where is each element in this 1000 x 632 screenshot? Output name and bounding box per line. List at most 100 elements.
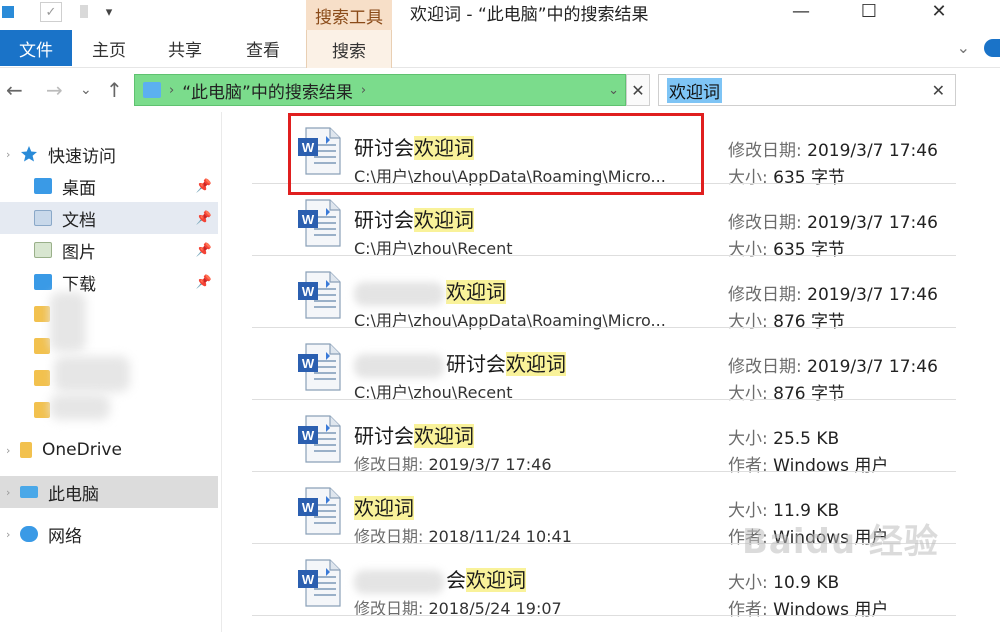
star-icon: [20, 145, 38, 163]
expand-icon[interactable]: ›: [6, 444, 20, 457]
expand-icon[interactable]: ›: [6, 486, 20, 499]
tab-home[interactable]: 主页: [84, 30, 134, 66]
result-meta-value: 2019/3/7 17:46: [807, 141, 938, 161]
result-row[interactable]: W 研讨会欢迎词 修改日期: 2019/3/7 17:46 大小: 25.5 KB 作者…: [252, 400, 956, 476]
result-meta: 大小: 10.9 KB: [728, 568, 839, 593]
result-file-name[interactable]: 研讨会欢迎词: [354, 204, 474, 233]
result-row[interactable]: W 研讨会欢迎词 C:\用户\zhou\Recent 修改日期: 2019/3/7 1…: [252, 184, 956, 260]
result-file-name[interactable]: 欢迎词: [354, 492, 414, 521]
result-file-name[interactable]: 研讨会欢迎词: [354, 348, 566, 378]
annotation-red-box: [288, 113, 704, 195]
new-folder-qa-icon[interactable]: [76, 2, 92, 22]
result-row[interactable]: W 研讨会欢迎词 C:\用户\zhou\Recent 修改日期: 2019/3/7 1…: [252, 328, 956, 404]
tab-share[interactable]: 共享: [160, 30, 210, 66]
nav-item-downloads[interactable]: 下载 📌: [0, 266, 218, 298]
search-query: 欢迎词: [667, 77, 722, 103]
tab-file[interactable]: 文件: [0, 30, 72, 66]
nav-item-pictures[interactable]: 图片 📌: [0, 234, 218, 266]
redaction-blur: [354, 281, 444, 306]
downloads-icon: [34, 274, 52, 290]
watermark: Baidu 经验: [742, 522, 939, 562]
result-meta: 大小: 25.5 KB: [728, 424, 839, 449]
result-meta-label: 作者:: [728, 600, 774, 620]
expand-icon[interactable]: ›: [6, 148, 20, 161]
tab-search[interactable]: 搜索: [306, 30, 392, 68]
result-row[interactable]: W 研讨会欢迎词 C:\用户\zhou\AppData\Roaming\Micro.…: [252, 112, 956, 195]
nav-item-desktop-label: 桌面: [62, 178, 96, 199]
nav-quick-access-label: 快速访问: [48, 146, 116, 167]
nav-item-pictures-label: 图片: [62, 242, 96, 263]
address-bar[interactable]: › “此电脑”中的搜索结果 › ⌄: [134, 74, 626, 106]
row-divider: [252, 615, 956, 616]
result-meta-value: 10.9 KB: [773, 573, 840, 593]
nav-network[interactable]: › 网络: [0, 518, 218, 550]
nav-onedrive-label: OneDrive: [42, 440, 122, 460]
result-name-match: 欢迎词: [446, 280, 506, 304]
nav-quick-access[interactable]: › 快速访问: [0, 138, 218, 170]
result-file-name[interactable]: 研讨会欢迎词: [354, 420, 474, 449]
address-dropdown-icon[interactable]: ⌄: [608, 83, 619, 98]
address-row: ← → ⌄ ↑ › “此电脑”中的搜索结果 › ⌄ ✕ 欢迎词 ✕: [0, 70, 1000, 112]
result-meta: 作者: Windows 用户: [728, 595, 888, 620]
forward-button[interactable]: →: [46, 78, 63, 102]
recent-locations-button[interactable]: ⌄: [80, 82, 92, 98]
result-meta-label: 大小:: [728, 573, 774, 593]
minimize-button[interactable]: —: [778, 0, 824, 22]
onedrive-folder-icon: [20, 442, 32, 458]
result-name-prefix: 研讨会: [354, 424, 414, 448]
expand-icon[interactable]: ›: [6, 528, 20, 541]
collapse-ribbon-icon[interactable]: ⌄: [957, 38, 970, 57]
help-icon[interactable]: [984, 38, 1000, 57]
close-button[interactable]: ✕: [916, 0, 962, 22]
pin-icon: 📌: [195, 274, 212, 290]
redaction-blur: [54, 356, 130, 392]
result-meta-label: 修改日期:: [728, 357, 808, 377]
result-meta-value: 25.5 KB: [773, 429, 840, 449]
nav-onedrive[interactable]: › OneDrive: [0, 434, 218, 466]
pictures-icon: [34, 242, 52, 258]
word-document-icon: W: [298, 415, 341, 463]
nav-this-pc[interactable]: › 此电脑: [0, 476, 218, 508]
desktop-icon: [34, 178, 52, 194]
redaction-blur: [354, 353, 444, 378]
word-document-icon: W: [298, 487, 341, 535]
svg-text:W: W: [302, 572, 315, 587]
up-button[interactable]: ↑: [106, 78, 123, 102]
qa-dropdown-icon[interactable]: ▾: [100, 2, 118, 22]
folder-icon: [34, 306, 50, 322]
result-meta-label: 修改日期:: [728, 141, 808, 161]
result-meta-label: 修改日期:: [728, 213, 808, 233]
clear-address-button[interactable]: ✕: [626, 74, 650, 106]
nav-item-documents[interactable]: 文档 📌: [0, 202, 218, 234]
result-meta-value: Windows 用户: [773, 600, 889, 620]
result-file-name[interactable]: 会欢迎词: [354, 564, 526, 594]
folder-icon: [34, 402, 50, 418]
result-row[interactable]: W 欢迎词 C:\用户\zhou\AppData\Roaming\Micro... 修…: [252, 256, 956, 332]
context-tab-search-tools: 搜索工具: [306, 0, 392, 30]
address-chevron-icon[interactable]: ›: [169, 83, 174, 98]
address-end-chevron-icon[interactable]: ›: [361, 83, 366, 98]
nav-item-desktop[interactable]: 桌面 📌: [0, 170, 218, 202]
maximize-button[interactable]: ☐: [846, 0, 892, 22]
result-name-match: 欢迎词: [414, 208, 474, 232]
tab-view[interactable]: 查看: [238, 30, 288, 66]
word-document-icon: W: [298, 199, 341, 247]
window-title: 欢迎词 - “此电脑”中的搜索结果: [410, 5, 649, 25]
result-name-match: 欢迎词: [414, 424, 474, 448]
back-button[interactable]: ←: [6, 78, 23, 102]
nav-item-documents-label: 文档: [62, 210, 96, 231]
redaction-blur: [50, 394, 110, 420]
address-path: “此电脑”中的搜索结果: [182, 82, 353, 103]
redaction-blur: [50, 292, 86, 352]
result-meta-value: 2019/3/7 17:46: [807, 213, 938, 233]
properties-qa-icon[interactable]: ✓: [40, 2, 62, 22]
result-meta: 修改日期: 2019/3/7 17:46: [728, 136, 938, 161]
result-file-name[interactable]: 欢迎词: [354, 276, 506, 306]
clear-search-button[interactable]: ✕: [932, 81, 945, 100]
word-document-icon: W: [298, 559, 341, 607]
result-meta: 修改日期: 2019/3/7 17:46: [728, 352, 938, 377]
search-input[interactable]: 欢迎词 ✕: [658, 74, 956, 106]
svg-text:W: W: [302, 212, 315, 227]
title-bar: ✓ ▾ 搜索工具 欢迎词 - “此电脑”中的搜索结果 — ☐ ✕: [0, 0, 1000, 30]
result-name-prefix: 研讨会: [446, 352, 506, 376]
